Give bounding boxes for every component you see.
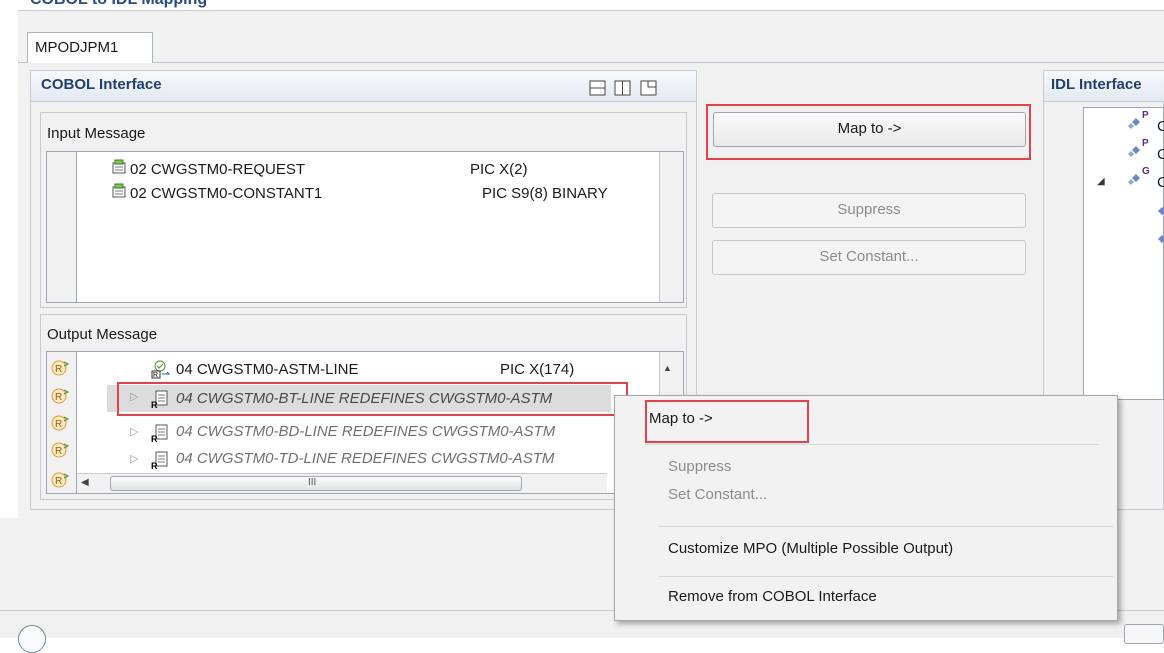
idl-interface-tree[interactable] <box>1083 107 1164 400</box>
scroll-grip: III <box>308 477 317 488</box>
idl-badge: P <box>1142 110 1149 121</box>
field-icon <box>111 159 127 179</box>
editor-title: COBOL to IDL Mapping <box>30 0 207 9</box>
input-message-label: Input Message <box>47 125 146 142</box>
redefine-marker-icon[interactable]: R <box>50 440 70 464</box>
input-tree-scrollbar[interactable] <box>659 152 683 302</box>
output-row-name[interactable]: 04 CWGSTM0-BD-LINE REDEFINES CWGSTM0-AST… <box>176 423 614 440</box>
output-row-name[interactable]: 04 CWGSTM0-TD-LINE REDEFINES CWGSTM0-AST… <box>176 450 614 467</box>
redefine-marker-icon[interactable]: R <box>50 470 70 494</box>
highlight-frame <box>706 104 1031 160</box>
horizontal-layout-icon[interactable] <box>589 80 606 100</box>
idl-child-icon <box>1156 232 1164 249</box>
input-row-name[interactable]: 02 CWGSTM0-REQUEST <box>130 161 305 178</box>
input-row-pic: PIC X(2) <box>470 161 528 178</box>
input-row-name[interactable]: 02 CWGSTM0-CONSTANT1 <box>130 185 322 202</box>
menu-separator <box>659 576 1113 577</box>
menu-separator <box>645 444 1099 445</box>
bottom-button[interactable] <box>1124 624 1164 644</box>
svg-text:R: R <box>151 434 158 443</box>
idl-badge: P <box>1142 138 1149 149</box>
idl-row-text[interactable]: C <box>1157 146 1164 163</box>
svg-text:R: R <box>55 392 62 403</box>
idl-row-text[interactable]: C <box>1157 174 1164 191</box>
suppress-button[interactable]: Suppress <box>712 193 1026 228</box>
highlight-frame <box>645 400 809 443</box>
output-message-label: Output Message <box>47 326 158 343</box>
idl-row-text[interactable]: C <box>1157 118 1164 135</box>
menu-item-set-constant[interactable]: Set Constant... <box>668 486 767 503</box>
context-menu: Map to -> Suppress Set Constant... Custo… <box>614 395 1118 621</box>
output-row-name[interactable]: 04 CWGSTM0-ASTM-LINE <box>176 361 359 378</box>
svg-text:R: R <box>55 419 62 430</box>
redefine-marker-icon[interactable]: R <box>50 358 70 382</box>
collapse-arrow-icon[interactable]: ◢ <box>1097 176 1105 187</box>
redefine-marker-icon[interactable]: R <box>50 386 70 410</box>
idl-child-icon <box>1156 204 1164 221</box>
scroll-up-icon[interactable]: ▲ <box>663 363 672 373</box>
idl-badge: G <box>1142 166 1150 177</box>
cobol-interface-title: COBOL Interface <box>41 76 162 93</box>
redefine-marker-icon[interactable]: R <box>50 413 70 437</box>
help-icon[interactable] <box>18 625 46 653</box>
input-tree-gutter <box>47 152 77 302</box>
tab-label: MPODJPM1 <box>35 39 119 56</box>
group-field-icon: R <box>150 359 172 383</box>
idl-interface-title: IDL Interface <box>1051 76 1142 93</box>
menu-item-suppress[interactable]: Suppress <box>668 458 731 475</box>
vertical-layout-icon[interactable] <box>614 80 631 100</box>
svg-text:R: R <box>55 364 62 375</box>
redefines-icon: R <box>150 450 170 474</box>
field-icon <box>111 183 127 203</box>
tabbar-divider <box>18 62 1164 63</box>
set-constant-button[interactable]: Set Constant... <box>712 240 1026 275</box>
single-layout-icon[interactable] <box>640 80 657 100</box>
svg-text:R: R <box>153 372 158 379</box>
svg-text:R: R <box>55 446 62 457</box>
tab-mpodjpm1[interactable]: MPODJPM1 <box>27 32 153 63</box>
expand-arrow-icon[interactable]: ▷ <box>130 452 138 465</box>
input-row-pic: PIC S9(8) BINARY <box>482 185 608 202</box>
menu-item-customize-mpo[interactable]: Customize MPO (Multiple Possible Output) <box>668 540 953 557</box>
menu-item-remove[interactable]: Remove from COBOL Interface <box>668 588 877 605</box>
svg-text:R: R <box>55 476 62 487</box>
highlight-frame <box>117 382 628 416</box>
redefines-icon: R <box>150 423 170 447</box>
svg-text:R: R <box>151 461 158 470</box>
expand-arrow-icon[interactable]: ▷ <box>130 425 138 438</box>
menu-separator <box>659 526 1113 527</box>
scroll-left-icon[interactable]: ◀ <box>81 477 89 488</box>
output-row-pic: PIC X(174) <box>500 361 575 378</box>
